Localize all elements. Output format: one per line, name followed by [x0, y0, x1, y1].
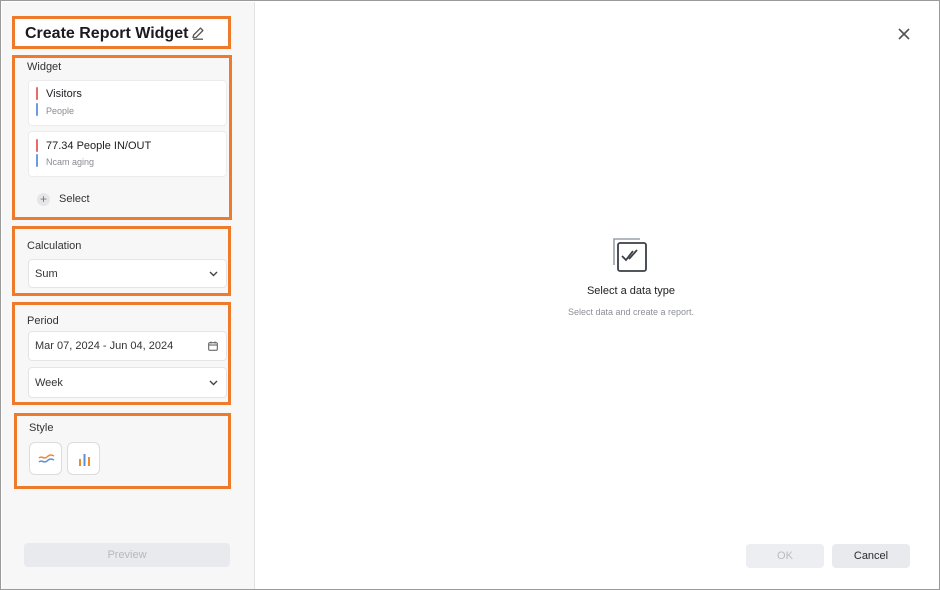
ok-button[interactable]: OK — [746, 544, 824, 568]
style-label: Style — [29, 422, 54, 434]
metric-color-bar — [36, 87, 38, 100]
bar-chart-style-button[interactable] — [67, 442, 100, 475]
interval-value: Week — [35, 376, 63, 389]
metric-color-bar — [36, 139, 38, 152]
chevron-down-icon — [209, 380, 218, 385]
style-section: Style — [14, 413, 231, 489]
widget-section: Widget Visitors People 77.34 People IN/O… — [12, 55, 232, 220]
widget-item-subtitle: Ncam aging — [46, 157, 95, 167]
date-range-value: Mar 07, 2024 - Jun 04, 2024 — [35, 340, 174, 352]
category-color-bar — [36, 103, 38, 116]
period-label: Period — [27, 315, 59, 327]
calculation-value: Sum — [35, 267, 58, 280]
page-title: Create Report Widget — [25, 25, 189, 42]
data-select-icon — [613, 238, 647, 272]
widget-item-title: 77.34 People IN/OUT — [46, 140, 152, 152]
title-section: Create Report Widget — [12, 16, 231, 49]
line-chart-style-button[interactable] — [29, 442, 62, 475]
select-label: Select — [59, 193, 90, 205]
calendar-icon — [208, 341, 218, 351]
widget-item-title: Visitors — [46, 88, 82, 100]
line-chart-icon — [38, 454, 55, 463]
chevron-down-icon — [209, 271, 218, 276]
select-widget-button[interactable]: + Select — [28, 184, 227, 214]
preview-button[interactable]: Preview — [24, 543, 230, 567]
date-range-picker[interactable]: Mar 07, 2024 - Jun 04, 2024 — [28, 331, 227, 361]
empty-state-subtitle: Select data and create a report. — [567, 307, 695, 317]
widget-item-people-in-out[interactable]: 77.34 People IN/OUT Ncam aging — [28, 131, 227, 177]
close-icon[interactable] — [897, 27, 911, 41]
empty-state-title: Select a data type — [586, 285, 676, 297]
bar-chart-icon — [79, 454, 90, 466]
widget-label: Widget — [27, 61, 62, 73]
widget-item-subtitle: People — [46, 106, 75, 116]
period-section: Period Mar 07, 2024 - Jun 04, 2024 Week — [12, 302, 231, 405]
pencil-icon[interactable] — [190, 25, 206, 41]
calculation-section: Calculation Sum — [12, 226, 231, 296]
dialog: Create Report Widget Widget Visitors Peo… — [0, 0, 940, 590]
interval-select[interactable]: Week — [28, 367, 227, 398]
category-color-bar — [36, 154, 38, 167]
widget-item-visitors[interactable]: Visitors People — [28, 80, 227, 126]
cancel-button[interactable]: Cancel — [832, 544, 910, 568]
calculation-select[interactable]: Sum — [28, 259, 227, 288]
calculation-label: Calculation — [27, 240, 82, 252]
plus-icon: + — [37, 193, 50, 206]
